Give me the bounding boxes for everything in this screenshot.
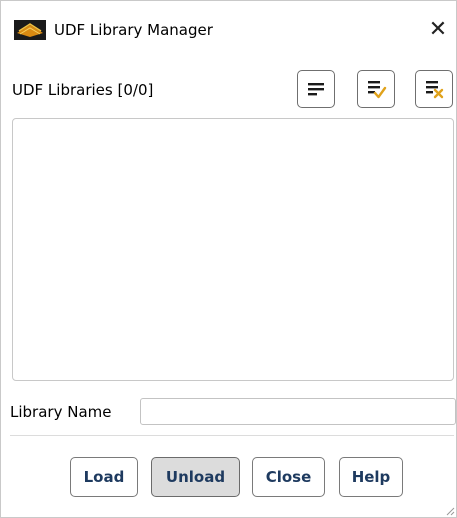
resize-grip-icon[interactable] [445,506,455,516]
deselect-all-button[interactable] [415,70,453,108]
select-all-button[interactable] [297,70,335,108]
window-title: UDF Library Manager [54,21,213,39]
library-name-input[interactable] [140,398,456,425]
udf-libraries-count: [0/0] [117,81,154,99]
unload-button[interactable]: Unload [151,457,240,497]
close-button[interactable]: Close [252,457,325,497]
library-name-label: Library Name [10,403,112,421]
list-x-icon [426,81,444,99]
list-lines-icon [308,83,324,96]
fluent-logo-icon [14,20,46,40]
button-divider [10,435,454,436]
udf-library-manager-dialog: UDF Library Manager ✕ UDF Libraries [0/0… [0,0,457,518]
list-check-icon [368,81,387,99]
udf-libraries-list[interactable] [12,118,454,381]
select-checked-button[interactable] [357,70,395,108]
help-button[interactable]: Help [339,457,403,497]
udf-libraries-label: UDF Libraries [0/0] [12,79,153,101]
udf-libraries-title: UDF Libraries [12,81,113,99]
load-button[interactable]: Load [70,457,138,497]
title-bar: UDF Library Manager ✕ [1,1,456,61]
close-window-button[interactable]: ✕ [423,15,453,45]
